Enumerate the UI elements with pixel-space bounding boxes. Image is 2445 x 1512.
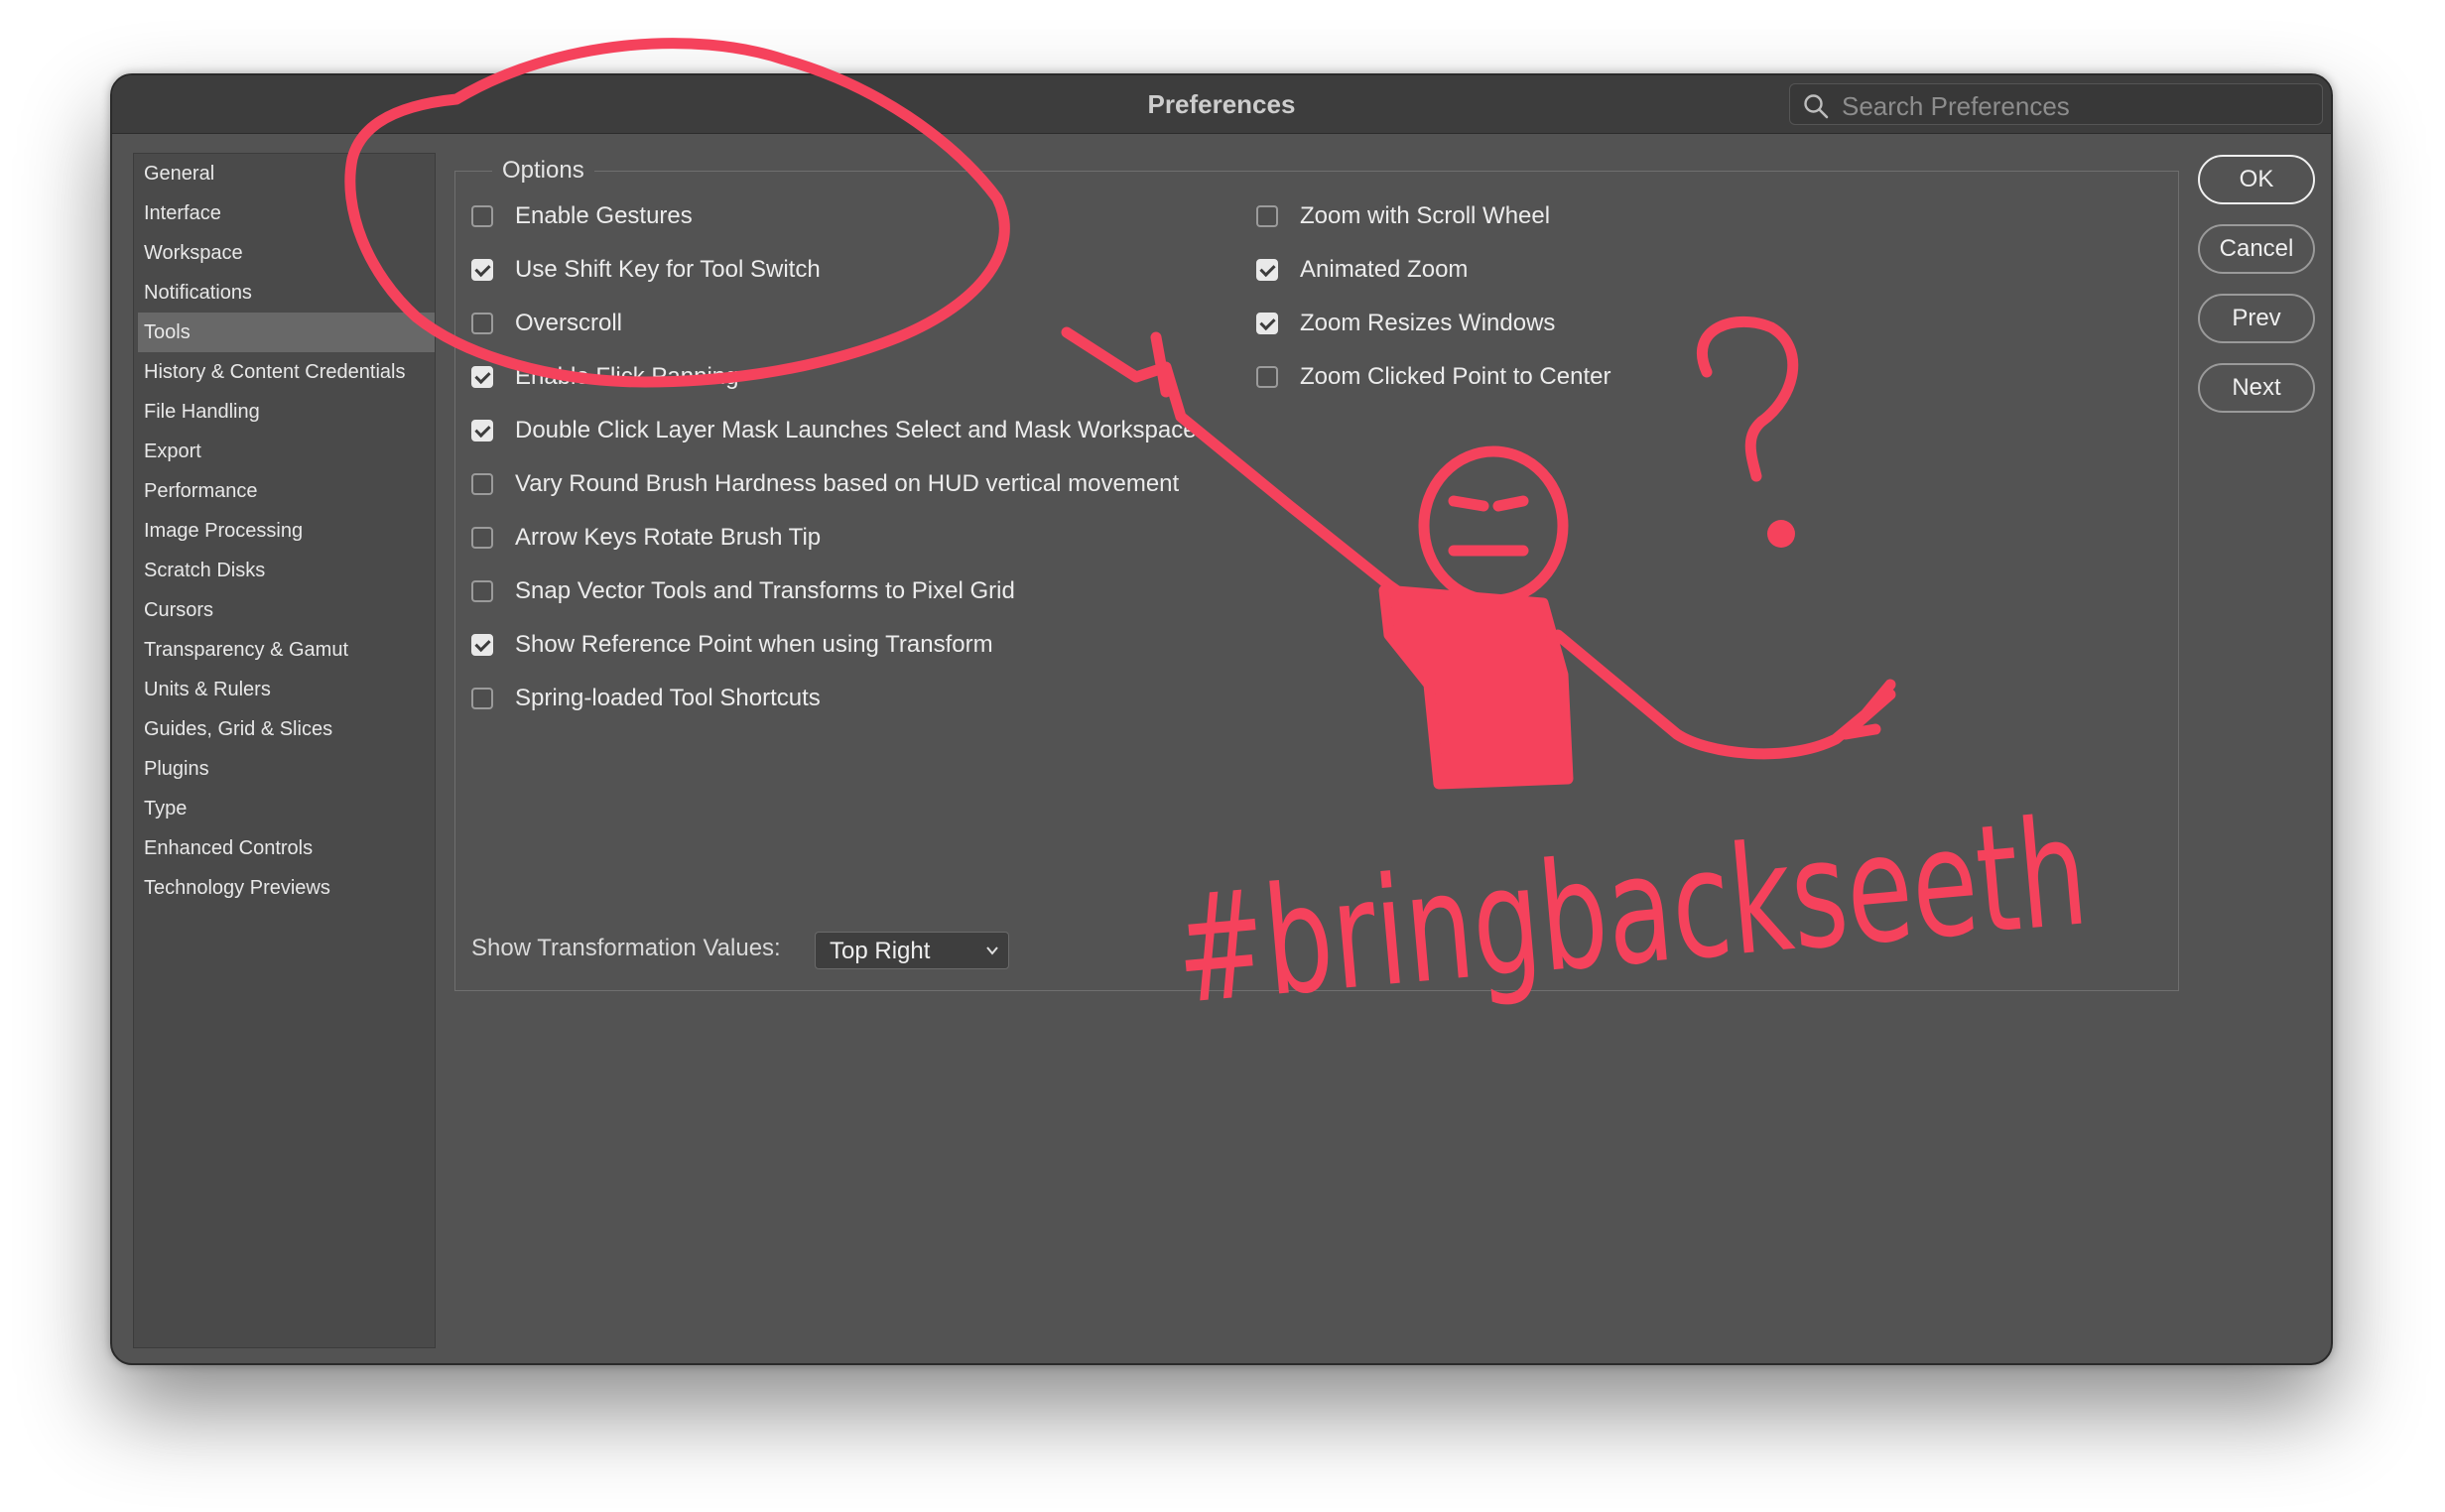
checkbox[interactable] [471,366,493,388]
checkbox[interactable] [471,205,493,227]
option-vary-round-brush-hardness[interactable]: Vary Round Brush Hardness based on HUD v… [471,466,1179,502]
transformation-values-value: Top Right [830,938,931,964]
sidebar-item-scratch-disks[interactable]: Scratch Disks [138,551,435,590]
sidebar-item-export[interactable]: Export [138,432,435,471]
sidebar-item-type[interactable]: Type [138,789,435,828]
sidebar-item-interface[interactable]: Interface [138,193,435,233]
sidebar-item-units-rulers[interactable]: Units & Rulers [138,670,435,709]
sidebar-item-workspace[interactable]: Workspace [138,233,435,273]
search-preferences-field[interactable]: Search Preferences [1789,83,2323,125]
sidebar: General Interface Workspace Notification… [133,153,436,1348]
title-bar: Preferences Search Preferences [112,75,2331,134]
option-snap-vector-tools[interactable]: Snap Vector Tools and Transforms to Pixe… [471,573,1015,609]
prev-button[interactable]: Prev [2198,294,2315,343]
checkbox[interactable] [471,313,493,334]
sidebar-item-general[interactable]: General [138,154,435,193]
checkbox[interactable] [1256,205,1278,227]
transformation-values-select[interactable]: Top Right [815,932,1009,969]
sidebar-item-history-content-credentials[interactable]: History & Content Credentials [138,352,435,392]
option-label: Enable Gestures [515,202,693,229]
checkbox[interactable] [1256,259,1278,281]
transformation-values-label: Show Transformation Values: [471,935,781,961]
option-spring-loaded-tool-shortcuts[interactable]: Spring-loaded Tool Shortcuts [471,681,821,716]
option-enable-flick-panning[interactable]: Enable Flick Panning [471,359,738,395]
sidebar-item-notifications[interactable]: Notifications [138,273,435,313]
checkbox[interactable] [471,473,493,495]
checkbox[interactable] [471,259,493,281]
checkbox[interactable] [471,420,493,441]
option-label: Double Click Layer Mask Launches Select … [515,417,1197,443]
option-overscroll[interactable]: Overscroll [471,306,622,341]
sidebar-item-guides-grid-slices[interactable]: Guides, Grid & Slices [138,709,435,749]
option-label: Vary Round Brush Hardness based on HUD v… [515,470,1180,497]
search-icon [1802,92,1830,120]
next-button[interactable]: Next [2198,363,2315,413]
preferences-window: Preferences Search Preferences General I… [110,73,2333,1365]
option-animated-zoom[interactable]: Animated Zoom [1256,252,1468,288]
option-zoom-resizes-windows[interactable]: Zoom Resizes Windows [1256,306,1555,341]
option-zoom-with-scroll-wheel[interactable]: Zoom with Scroll Wheel [1256,198,1550,234]
options-legend: Options [492,153,594,189]
option-label: Spring-loaded Tool Shortcuts [515,685,821,711]
option-label: Animated Zoom [1300,256,1469,283]
sidebar-item-file-handling[interactable]: File Handling [138,392,435,432]
option-label: Enable Flick Panning [515,363,739,390]
option-label: Arrow Keys Rotate Brush Tip [515,524,822,551]
search-input[interactable]: Search Preferences [1842,91,2070,122]
option-label: Zoom Resizes Windows [1300,310,1556,336]
option-label: Show Reference Point when using Transfor… [515,631,993,658]
option-enable-gestures[interactable]: Enable Gestures [471,198,693,234]
option-label: Zoom with Scroll Wheel [1300,202,1551,229]
cancel-button[interactable]: Cancel [2198,224,2315,274]
checkbox[interactable] [1256,366,1278,388]
sidebar-item-tools[interactable]: Tools [138,313,435,352]
checkbox[interactable] [471,688,493,709]
option-zoom-clicked-point-to-center[interactable]: Zoom Clicked Point to Center [1256,359,1610,395]
sidebar-item-transparency-gamut[interactable]: Transparency & Gamut [138,630,435,670]
option-show-reference-point[interactable]: Show Reference Point when using Transfor… [471,627,993,663]
sidebar-item-enhanced-controls[interactable]: Enhanced Controls [138,828,435,868]
option-arrow-keys-rotate-brush-tip[interactable]: Arrow Keys Rotate Brush Tip [471,520,821,556]
checkbox[interactable] [471,527,493,549]
checkbox[interactable] [1256,313,1278,334]
sidebar-item-cursors[interactable]: Cursors [138,590,435,630]
chevron-down-icon [984,943,1000,958]
sidebar-item-plugins[interactable]: Plugins [138,749,435,789]
option-label: Zoom Clicked Point to Center [1300,363,1611,390]
option-use-shift-key[interactable]: Use Shift Key for Tool Switch [471,252,821,288]
option-label: Use Shift Key for Tool Switch [515,256,821,283]
ok-button[interactable]: OK [2198,155,2315,204]
option-label: Overscroll [515,310,623,336]
checkbox[interactable] [471,634,493,656]
checkbox[interactable] [471,580,493,602]
sidebar-item-performance[interactable]: Performance [138,471,435,511]
option-double-click-layer-mask[interactable]: Double Click Layer Mask Launches Select … [471,413,1197,448]
option-label: Snap Vector Tools and Transforms to Pixe… [515,577,1015,604]
sidebar-item-image-processing[interactable]: Image Processing [138,511,435,551]
sidebar-item-technology-previews[interactable]: Technology Previews [138,868,435,908]
